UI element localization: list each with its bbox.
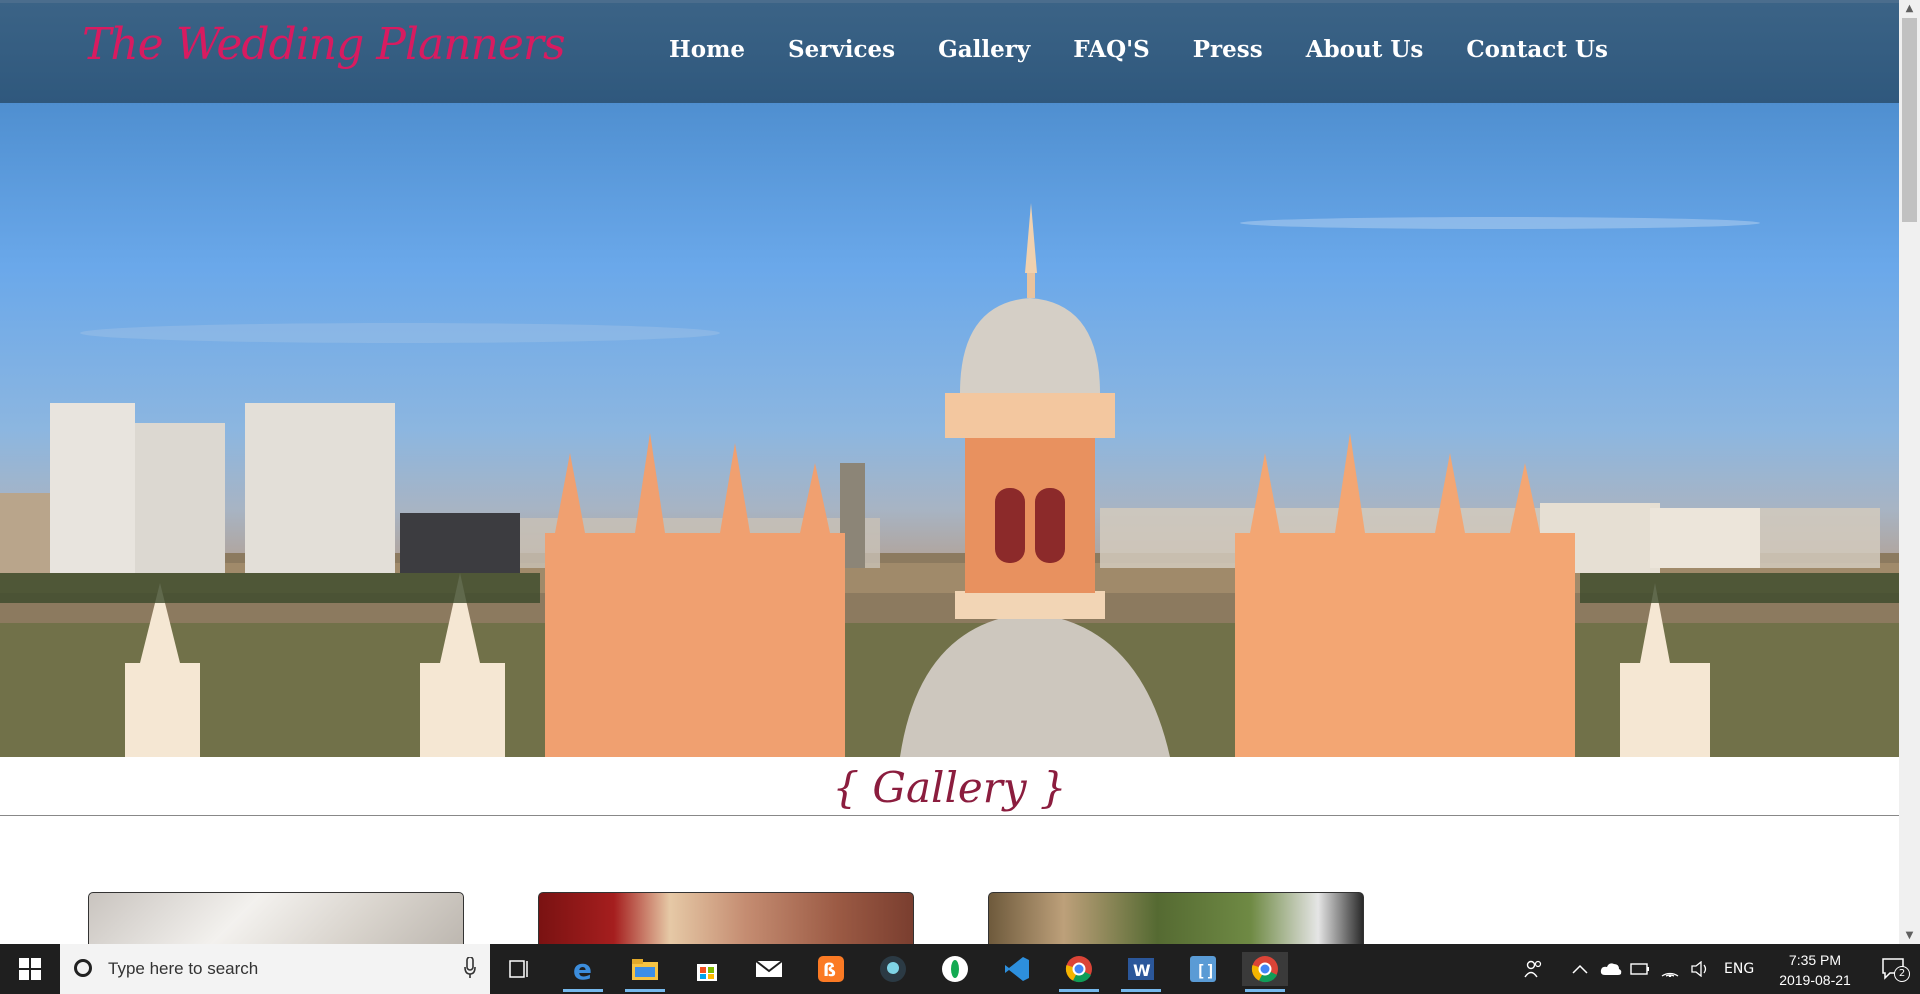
nav-faqs[interactable]: FAQ'S [1073, 36, 1150, 63]
gallery-title: { Gallery } [832, 763, 1067, 812]
people-icon[interactable] [1524, 944, 1544, 994]
notification-count-badge: 2 [1894, 966, 1910, 982]
clock-date: 2019-08-21 [1779, 972, 1851, 988]
microphone-icon[interactable] [464, 957, 476, 979]
show-hidden-icons-chevron-icon[interactable] [1572, 944, 1588, 994]
scrollbar-thumb[interactable] [1902, 18, 1917, 222]
nav-links: Home Services Gallery FAQ'S Press About … [669, 36, 1651, 63]
cortana-icon [74, 959, 92, 977]
store-icon[interactable] [684, 952, 730, 986]
chrome-active-icon[interactable] [1242, 952, 1288, 992]
nav-press[interactable]: Press [1193, 36, 1263, 63]
nav-services[interactable]: Services [788, 36, 895, 63]
nav-home[interactable]: Home [669, 36, 745, 63]
file-explorer-icon[interactable] [622, 952, 668, 992]
hero-palace-illustration [0, 203, 1899, 757]
vscode-icon[interactable] [994, 952, 1040, 986]
svg-text:W: W [1133, 961, 1151, 980]
taskbar-search-box[interactable]: Type here to search [60, 944, 490, 994]
windows-taskbar: Type here to search e ß W [] ENG 7:35 PM… [0, 944, 1920, 994]
web-page: The Wedding Planners Home Services Galle… [0, 0, 1899, 944]
gallery-heading-row: { Gallery } [0, 757, 1899, 816]
taskbar-clock[interactable]: 7:35 PM 2019-08-21 [1770, 950, 1860, 990]
hero-image [0, 103, 1899, 757]
onedrive-icon[interactable] [1600, 944, 1622, 994]
browser-viewport: The Wedding Planners Home Services Galle… [0, 0, 1920, 944]
mail-icon[interactable] [746, 952, 792, 986]
clock-time: 7:35 PM [1788, 952, 1842, 968]
battery-icon[interactable] [1630, 944, 1650, 994]
edge-icon[interactable]: e [560, 952, 606, 992]
windows-logo-icon [19, 958, 41, 980]
gallery-thumbnail-2[interactable] [538, 892, 914, 944]
github-desktop-icon[interactable] [870, 952, 916, 986]
start-button[interactable] [0, 944, 60, 994]
word-icon[interactable]: W [1118, 952, 1164, 992]
mongodb-compass-icon[interactable] [932, 952, 978, 986]
nav-contact-us[interactable]: Contact Us [1466, 36, 1608, 63]
scroll-up-arrow-icon[interactable]: ▲ [1899, 0, 1920, 17]
gallery-thumbnail-1[interactable] [88, 892, 464, 944]
gallery-thumbnail-3[interactable] [988, 892, 1364, 944]
nav-about-us[interactable]: About Us [1306, 36, 1424, 63]
search-placeholder: Type here to search [108, 959, 259, 978]
site-logo[interactable]: The Wedding Planners [82, 19, 566, 70]
action-center-icon[interactable]: 2 [1880, 956, 1910, 982]
volume-icon[interactable] [1690, 944, 1710, 994]
svg-text:[]: [] [1196, 961, 1215, 980]
svg-text:ß: ß [823, 960, 836, 981]
scroll-down-arrow-icon[interactable]: ▼ [1899, 927, 1920, 944]
brackets-icon[interactable]: [] [1180, 952, 1226, 986]
nav-gallery[interactable]: Gallery [938, 36, 1030, 63]
site-navbar: The Wedding Planners Home Services Galle… [0, 0, 1899, 103]
chrome-icon[interactable] [1056, 952, 1102, 992]
language-indicator[interactable]: ENG [1724, 944, 1754, 994]
task-view-icon[interactable] [496, 952, 542, 986]
xampp-icon[interactable]: ß [808, 952, 854, 986]
wifi-icon[interactable] [1660, 944, 1680, 994]
vertical-scrollbar[interactable]: ▲ ▼ [1899, 0, 1920, 944]
svg-text:e: e [573, 955, 592, 983]
